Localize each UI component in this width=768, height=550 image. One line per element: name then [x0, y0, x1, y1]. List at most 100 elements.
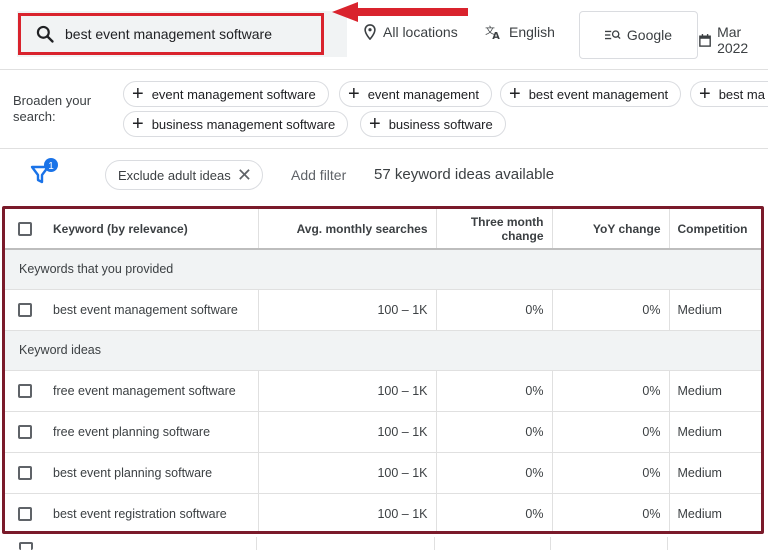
keyword-cell: best event planning software [45, 452, 259, 494]
broaden-chip[interactable]: + business software [360, 111, 506, 137]
competition-cell: Medium [669, 370, 761, 412]
filter-icon: 1 [30, 158, 58, 184]
table-row: best event management software 100 – 1K … [5, 289, 761, 331]
language-label: English [509, 24, 555, 40]
chip-label: event management software [151, 86, 316, 102]
location-label: All locations [383, 24, 458, 40]
row-checkbox-cell [5, 370, 45, 412]
plus-icon: + [509, 83, 521, 105]
three-month-cell: 0% [436, 493, 553, 531]
chip-label: business software [388, 116, 493, 132]
group-label: Keyword ideas [5, 330, 761, 371]
close-icon[interactable]: ✕ [237, 165, 252, 186]
keyword-ideas-count: 57 keyword ideas available [374, 166, 555, 183]
yoy-cell: 0% [552, 370, 670, 412]
annotation-arrow-icon [332, 2, 468, 22]
avg-searches-cell: 100 – 1K [258, 289, 437, 331]
keyword-cell: free event management software [45, 370, 259, 412]
avg-searches-cell: 100 – 1K [258, 370, 437, 412]
chip-label: best event management [528, 86, 669, 102]
broaden-chip[interactable]: + business management software [123, 111, 349, 137]
group-label: Keywords that you provided [5, 249, 761, 290]
three-month-cell: 0% [436, 289, 553, 331]
keyword-cell: free event planning software [45, 411, 259, 453]
plus-icon: + [348, 83, 360, 105]
column-header-avg-monthly-searches[interactable]: Avg. monthly searches [258, 209, 437, 250]
chip-label: best ma [718, 86, 765, 102]
exclude-adult-ideas-chip[interactable]: Exclude adult ideas ✕ [105, 160, 263, 190]
plus-icon: + [132, 83, 144, 105]
add-filter-button[interactable]: Add filter [291, 167, 346, 183]
table-row: best event planning software 100 – 1K 0%… [5, 452, 761, 494]
group-header-row: Keyword ideas [5, 330, 761, 371]
svg-text:A: A [492, 31, 500, 40]
search-icon [36, 25, 54, 43]
keyword-table: Keyword (by relevance) Avg. monthly sear… [2, 206, 764, 534]
filter-badge-count: 1 [48, 161, 54, 172]
yoy-cell: 0% [552, 411, 670, 453]
column-header-yoy-change[interactable]: YoY change [552, 209, 670, 250]
row-checkbox-cell [5, 411, 45, 453]
broaden-search-section: Broaden your search: + event management s… [0, 71, 768, 149]
row-checkbox-cell [5, 452, 45, 494]
search-input[interactable]: best event management software [18, 13, 324, 55]
chip-label: event management [367, 86, 479, 102]
exclude-chip-label: Exclude adult ideas [118, 167, 231, 183]
keyword-cell: best event management software [45, 289, 259, 331]
group-header-row: Keywords that you provided [5, 249, 761, 290]
row-checkbox[interactable] [18, 383, 32, 398]
three-month-cell: 0% [436, 452, 553, 494]
broaden-chip[interactable]: + best event management [500, 81, 682, 107]
top-toolbar: best event management software All locat… [0, 0, 768, 70]
plus-icon: + [369, 113, 381, 135]
row-checkbox[interactable] [18, 424, 32, 439]
broaden-label: Broaden your search: [13, 93, 92, 124]
three-month-cell: 0% [436, 411, 553, 453]
row-checkbox[interactable] [18, 465, 32, 480]
table-row: best event registration software 100 – 1… [5, 493, 761, 531]
avg-searches-cell: 100 – 1K [258, 411, 437, 453]
network-label: Google [626, 27, 673, 43]
avg-searches-cell: 100 – 1K [258, 493, 437, 531]
date-range-selector[interactable]: Mar 2022 [699, 24, 768, 56]
yoy-cell: 0% [552, 452, 670, 494]
location-selector[interactable]: All locations [363, 24, 458, 40]
location-pin-icon [364, 24, 376, 40]
date-label: Mar 2022 [717, 24, 749, 56]
translate-icon: 文A [485, 24, 500, 40]
keyword-cell: best event registration software [45, 493, 259, 531]
plus-icon: + [699, 83, 711, 105]
table-header-row: Keyword (by relevance) Avg. monthly sear… [5, 209, 761, 250]
avg-searches-cell: 100 – 1K [258, 452, 437, 494]
language-selector[interactable]: 文A English [485, 24, 555, 40]
row-checkbox[interactable] [18, 506, 32, 521]
select-all-checkbox[interactable] [18, 221, 32, 236]
search-network-icon [604, 30, 621, 40]
column-header-keyword[interactable]: Keyword (by relevance) [45, 209, 259, 250]
competition-cell: Medium [669, 493, 761, 531]
select-all-cell [5, 209, 45, 250]
broaden-chip[interactable]: + event management [339, 81, 492, 107]
yoy-cell: 0% [552, 289, 670, 331]
three-month-cell: 0% [436, 370, 553, 412]
column-header-three-month-change[interactable]: Three month change [436, 209, 553, 250]
column-header-competition[interactable]: Competition [669, 209, 761, 250]
next-row-partial [0, 537, 768, 550]
filter-button[interactable]: 1 [30, 158, 60, 184]
row-checkbox[interactable] [18, 302, 32, 317]
search-network-button[interactable]: Google [579, 11, 698, 59]
competition-cell: Medium [669, 411, 761, 453]
row-checkbox-cell [5, 289, 45, 331]
row-checkbox[interactable] [19, 542, 33, 550]
calendar-icon [699, 33, 711, 47]
yoy-cell: 0% [552, 493, 670, 531]
competition-cell: Medium [669, 289, 761, 331]
row-checkbox-cell [5, 493, 45, 531]
search-query: best event management software [65, 26, 273, 42]
chip-label: business management software [151, 116, 336, 132]
table-row: free event planning software 100 – 1K 0%… [5, 411, 761, 453]
plus-icon: + [132, 113, 144, 135]
broaden-chip[interactable]: + best ma [690, 81, 768, 107]
competition-cell: Medium [669, 452, 761, 494]
broaden-chip[interactable]: + event management software [123, 81, 329, 107]
